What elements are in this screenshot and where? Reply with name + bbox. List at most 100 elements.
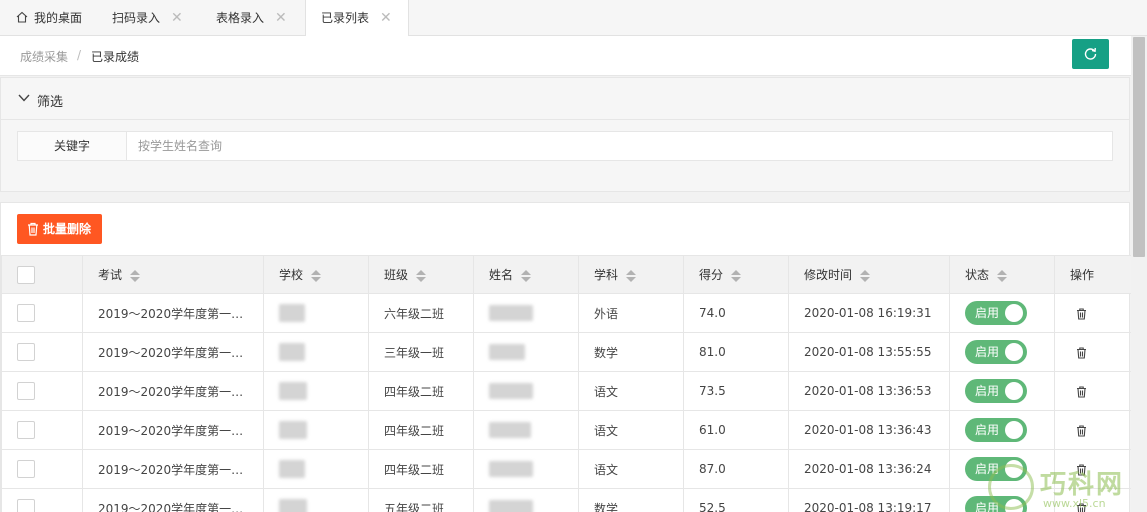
row-select-cell (1, 410, 83, 450)
table-row[interactable]: 2019～2020学年度第一… 四年级二班 语文 73.5 2020-01-08 13:… (1, 371, 1132, 411)
filter-title: 筛选 (37, 95, 64, 110)
column-header-modified[interactable]: 修改时间 (788, 255, 950, 294)
cell-school (263, 371, 369, 411)
breadcrumb: 成绩采集 / 已录成绩 (0, 36, 1131, 76)
results-panel: 批量删除 考试 学校 班级 姓名 学科 得分 修改时间 状态 操作 2019～2… (0, 202, 1132, 512)
cell-score: 52.5 (683, 488, 789, 512)
close-icon[interactable]: ✕ (171, 0, 183, 36)
tab-label: 表格录入 (216, 11, 265, 25)
row-select-cell (1, 488, 83, 512)
table-header-row: 考试 学校 班级 姓名 学科 得分 修改时间 状态 操作 (1, 255, 1132, 294)
cell-modified: 2020-01-08 13:55:55 (788, 332, 950, 372)
cell-name (473, 449, 579, 489)
delete-icon[interactable] (1076, 424, 1087, 437)
batch-delete-label: 批量删除 (43, 222, 92, 236)
tab-scan-entry[interactable]: 扫码录入 ✕ (96, 0, 196, 36)
sort-icon[interactable] (416, 269, 427, 282)
select-all-checkbox[interactable] (17, 265, 35, 284)
cell-school (263, 449, 369, 489)
column-header-name[interactable]: 姓名 (473, 255, 579, 294)
tab-label: 我的桌面 (34, 11, 83, 25)
redacted-name (489, 500, 533, 512)
breadcrumb-parent[interactable]: 成绩采集 (20, 48, 68, 65)
cell-class: 六年级二班 (368, 293, 474, 333)
status-toggle[interactable]: 启用 (965, 418, 1027, 442)
cell-actions (1054, 293, 1132, 333)
cell-school (263, 332, 369, 372)
tab-label: 扫码录入 (112, 11, 161, 25)
status-toggle[interactable]: 启用 (965, 301, 1027, 325)
row-checkbox[interactable] (17, 304, 35, 322)
row-checkbox[interactable] (17, 499, 35, 512)
close-icon[interactable]: ✕ (275, 0, 287, 36)
cell-modified: 2020-01-08 13:36:43 (788, 410, 950, 450)
keyword-search-input[interactable] (126, 131, 1113, 161)
column-header-score[interactable]: 得分 (683, 255, 789, 294)
table-row[interactable]: 2019～2020学年度第一… 六年级二班 外语 74.0 2020-01-08 16:… (1, 293, 1132, 333)
cell-exam: 2019～2020学年度第一… (82, 449, 264, 489)
cell-score: 61.0 (683, 410, 789, 450)
row-select-cell (1, 371, 83, 411)
column-header-status[interactable]: 状态 (949, 255, 1055, 294)
delete-icon[interactable] (1076, 385, 1087, 398)
close-icon[interactable]: ✕ (380, 0, 392, 36)
sort-icon[interactable] (626, 269, 637, 282)
sort-icon[interactable] (860, 269, 871, 282)
cell-exam: 2019～2020学年度第一… (82, 293, 264, 333)
row-checkbox[interactable] (17, 382, 35, 400)
redacted-school (279, 460, 305, 478)
delete-icon[interactable] (1076, 346, 1087, 359)
cell-modified: 2020-01-08 16:19:31 (788, 293, 950, 333)
column-header-actions: 操作 (1054, 255, 1132, 294)
cell-score: 74.0 (683, 293, 789, 333)
row-checkbox[interactable] (17, 421, 35, 439)
column-header-subject[interactable]: 学科 (578, 255, 684, 294)
sort-icon[interactable] (997, 269, 1008, 282)
batch-delete-button[interactable]: 批量删除 (17, 214, 102, 244)
column-header-class[interactable]: 班级 (368, 255, 474, 294)
row-select-cell (1, 449, 83, 489)
tab-desktop[interactable]: 我的桌面 (0, 0, 96, 36)
row-checkbox[interactable] (17, 460, 35, 478)
table-row[interactable]: 2019～2020学年度第一… 四年级二班 语文 87.0 2020-01-08 13:… (1, 449, 1132, 489)
table-row[interactable]: 2019～2020学年度第一… 三年级一班 数学 81.0 2020-01-08 13:… (1, 332, 1132, 372)
trash-icon (28, 222, 38, 236)
row-select-cell (1, 293, 83, 333)
cell-subject: 语文 (578, 449, 684, 489)
cell-subject: 语文 (578, 410, 684, 450)
row-checkbox[interactable] (17, 343, 35, 361)
cell-status: 启用 (949, 410, 1055, 450)
filter-header[interactable]: 筛选 (1, 78, 1129, 120)
cell-modified: 2020-01-08 13:19:17 (788, 488, 950, 512)
tab-label: 已录列表 (321, 11, 370, 25)
column-header-exam[interactable]: 考试 (82, 255, 264, 294)
redacted-name (489, 383, 533, 399)
delete-icon[interactable] (1076, 307, 1087, 320)
cell-school (263, 410, 369, 450)
sort-icon[interactable] (521, 269, 532, 282)
table-row[interactable]: 2019～2020学年度第一… 五年级二班 数学 52.5 2020-01-08 13:… (1, 488, 1132, 512)
tab-table-entry[interactable]: 表格录入 ✕ (200, 0, 304, 36)
sort-icon[interactable] (311, 269, 322, 282)
redacted-school (279, 499, 307, 512)
tab-entered-list[interactable]: 已录列表 ✕ (305, 0, 409, 37)
refresh-button[interactable] (1072, 39, 1109, 69)
refresh-icon (1084, 47, 1097, 60)
table-body: 2019～2020学年度第一… 六年级二班 外语 74.0 2020-01-08 16:… (1, 293, 1132, 512)
cell-school (263, 293, 369, 333)
column-header-school[interactable]: 学校 (263, 255, 369, 294)
redacted-name (489, 305, 533, 321)
cell-status: 启用 (949, 332, 1055, 372)
status-toggle[interactable]: 启用 (965, 379, 1027, 403)
tab-bar: 我的桌面 扫码录入 ✕ 表格录入 ✕ 已录列表 ✕ (0, 0, 1147, 37)
scrollbar-thumb[interactable] (1133, 37, 1145, 257)
sort-icon[interactable] (130, 269, 141, 282)
cell-score: 87.0 (683, 449, 789, 489)
redacted-name (489, 461, 533, 477)
sort-icon[interactable] (731, 269, 742, 282)
chevron-down-icon (18, 94, 30, 102)
watermark-url: www.xl5.cn (1043, 497, 1106, 510)
status-toggle[interactable]: 启用 (965, 340, 1027, 364)
table-row[interactable]: 2019～2020学年度第一… 四年级二班 语文 61.0 2020-01-08 13:… (1, 410, 1132, 450)
row-select-cell (1, 332, 83, 372)
